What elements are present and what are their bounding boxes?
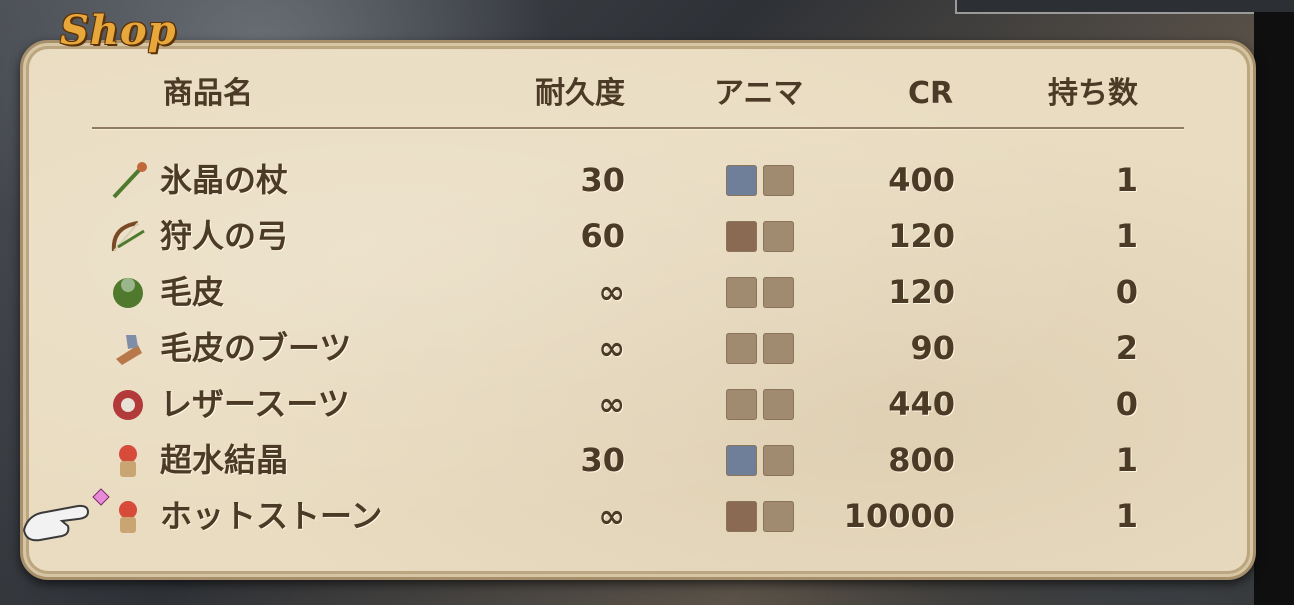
- item-cr: 800: [888, 441, 955, 479]
- table-row[interactable]: レザースーツ ∞ 440 0: [0, 379, 1294, 429]
- anima-empty-slot: [726, 277, 757, 308]
- anima-empty-slot: [726, 333, 757, 364]
- fur-icon: [113, 278, 143, 308]
- item-cr: 400: [888, 161, 955, 199]
- item-owned: 0: [1115, 385, 1138, 423]
- item-name: 氷晶の杖: [160, 161, 289, 199]
- pointer-hand-icon: [22, 504, 90, 542]
- column-header-anima: アニマ: [714, 76, 804, 111]
- armor-icon: [113, 390, 143, 420]
- item-durability: ∞: [598, 273, 625, 311]
- item-durability: ∞: [598, 497, 625, 535]
- potion-icon: [119, 445, 137, 477]
- anima-empty-slot: [763, 165, 794, 196]
- item-name: レザースーツ: [160, 385, 350, 423]
- column-header-durability: 耐久度: [535, 76, 625, 111]
- item-owned: 1: [1115, 497, 1138, 535]
- anima-fire-icon: [726, 221, 757, 252]
- table-row[interactable]: 超水結晶 30 800 1: [0, 435, 1294, 485]
- column-header-cr: CR: [908, 76, 954, 111]
- item-owned: 0: [1115, 273, 1138, 311]
- item-owned: 1: [1115, 161, 1138, 199]
- table-row[interactable]: 毛皮 ∞ 120 0: [0, 267, 1294, 317]
- item-name: 毛皮: [160, 273, 225, 311]
- item-name: 毛皮のブーツ: [160, 329, 352, 367]
- column-header-name: 商品名: [163, 76, 253, 111]
- potion-icon: [119, 501, 137, 533]
- item-owned: 1: [1115, 441, 1138, 479]
- anima-empty-slot: [763, 501, 794, 532]
- item-cr: 440: [888, 385, 955, 423]
- table-row[interactable]: ホットストーン ∞ 10000 1: [0, 491, 1294, 541]
- item-durability: ∞: [598, 385, 625, 423]
- selection-gem-icon: [92, 488, 110, 506]
- column-header-owned: 持ち数: [1048, 76, 1138, 111]
- item-cr: 120: [888, 217, 955, 255]
- anima-ice-icon: [726, 165, 757, 196]
- item-durability: 60: [580, 217, 625, 255]
- item-cr: 120: [888, 273, 955, 311]
- item-cr: 90: [910, 329, 955, 367]
- background-window-frame: [955, 0, 1294, 14]
- item-durability: ∞: [598, 329, 625, 367]
- anima-empty-slot: [763, 221, 794, 252]
- header-divider: [92, 127, 1184, 129]
- item-owned: 1: [1115, 217, 1138, 255]
- table-row[interactable]: 狩人の弓 60 120 1: [0, 211, 1294, 261]
- boots-icon: [116, 335, 142, 365]
- anima-empty-slot: [726, 389, 757, 420]
- item-owned: 2: [1115, 329, 1138, 367]
- shop-title: Shop: [60, 7, 177, 54]
- anima-empty-slot: [763, 389, 794, 420]
- item-name: 狩人の弓: [160, 217, 289, 255]
- table-row[interactable]: 氷晶の杖 30 400 1: [0, 155, 1294, 205]
- anima-ice-icon: [726, 445, 757, 476]
- item-name: ホットストーン: [160, 497, 383, 535]
- item-name: 超水結晶: [160, 441, 289, 479]
- anima-empty-slot: [763, 333, 794, 364]
- anima-empty-slot: [763, 277, 794, 308]
- bow-icon: [111, 221, 145, 252]
- item-cr: 10000: [843, 497, 955, 535]
- anima-empty-slot: [763, 445, 794, 476]
- table-row[interactable]: 毛皮のブーツ ∞ 90 2: [0, 323, 1294, 373]
- staff-icon: [112, 162, 147, 199]
- item-durability: 30: [580, 161, 625, 199]
- item-durability: 30: [580, 441, 625, 479]
- anima-fire-icon: [726, 501, 757, 532]
